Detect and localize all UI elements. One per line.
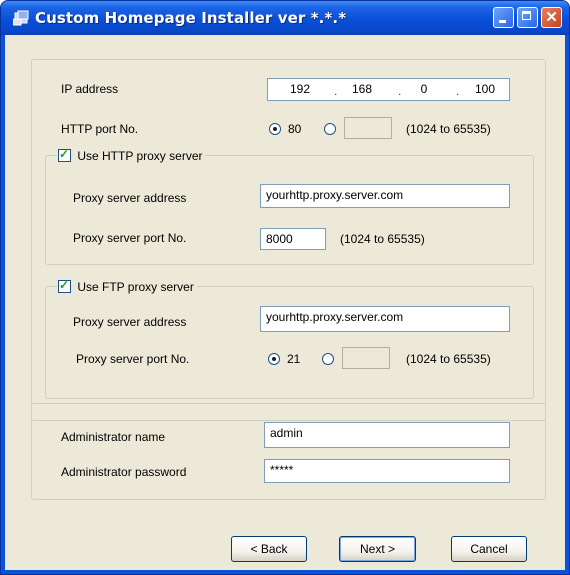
maximize-button[interactable] bbox=[517, 7, 538, 28]
installer-window: Custom Homepage Installer ver *.*.* ✕ IP… bbox=[0, 0, 570, 575]
http-port-80-label: 80 bbox=[288, 122, 302, 136]
radio-selected-dot bbox=[272, 357, 276, 361]
dialog-body: IP address 192 . 168 . 0 . 100 HTTP port… bbox=[5, 35, 565, 570]
use-http-proxy-label[interactable]: Use HTTP proxy server bbox=[77, 149, 202, 163]
http-proxy-port-range-label: (1024 to 65535) bbox=[340, 232, 425, 246]
ftp-port-21-radio[interactable] bbox=[268, 353, 280, 365]
ip-address-field[interactable]: 192 . 168 . 0 . 100 bbox=[267, 78, 510, 101]
ftp-port-custom-field[interactable] bbox=[342, 347, 390, 369]
ftp-port-21-label: 21 bbox=[287, 352, 301, 366]
http-proxy-port-label: Proxy server port No. bbox=[73, 231, 187, 245]
use-http-proxy-checkbox[interactable]: ✓ bbox=[58, 147, 71, 163]
http-port-80-radio[interactable] bbox=[269, 123, 281, 135]
use-ftp-proxy-checkbox[interactable]: ✓ bbox=[58, 278, 71, 294]
ip-separator: . bbox=[334, 84, 338, 98]
ftp-port-range-label: (1024 to 65535) bbox=[406, 352, 491, 366]
ip-octet-4[interactable]: 100 bbox=[465, 82, 505, 96]
ftp-proxy-address-label: Proxy server address bbox=[73, 315, 187, 329]
minimize-button[interactable] bbox=[493, 7, 514, 28]
http-proxy-address-label: Proxy server address bbox=[73, 191, 187, 205]
ftp-proxy-port-label: Proxy server port No. bbox=[76, 352, 190, 366]
ip-octet-2[interactable]: 168 bbox=[342, 82, 382, 96]
http-proxy-address-field[interactable]: yourhttp.proxy.server.com bbox=[260, 184, 510, 208]
close-icon: ✕ bbox=[545, 9, 558, 26]
use-ftp-proxy-label[interactable]: Use FTP proxy server bbox=[77, 280, 193, 294]
http-proxy-legend: ✓ Use HTTP proxy server bbox=[57, 147, 206, 164]
back-button[interactable]: < Back bbox=[231, 536, 307, 562]
ip-separator: . bbox=[456, 84, 460, 98]
checkmark-icon: ✓ bbox=[59, 278, 70, 293]
admin-name-field[interactable]: admin bbox=[264, 422, 510, 448]
cancel-button[interactable]: Cancel bbox=[451, 536, 527, 562]
admin-password-field[interactable]: ***** bbox=[264, 459, 510, 483]
installer-app-icon bbox=[13, 10, 29, 26]
http-proxy-port-field[interactable]: 8000 bbox=[260, 228, 326, 250]
ftp-proxy-legend: ✓ Use FTP proxy server bbox=[57, 278, 197, 295]
checkmark-icon: ✓ bbox=[59, 147, 70, 162]
administrator-group bbox=[31, 403, 546, 500]
next-button[interactable]: Next > bbox=[339, 536, 416, 562]
ip-address-label: IP address bbox=[61, 82, 119, 96]
title-bar[interactable]: Custom Homepage Installer ver *.*.* ✕ bbox=[1, 1, 569, 35]
minimize-icon bbox=[499, 20, 506, 23]
admin-name-label: Administrator name bbox=[61, 430, 166, 444]
ip-octet-1[interactable]: 192 bbox=[280, 82, 320, 96]
maximize-icon bbox=[522, 11, 531, 20]
window-title: Custom Homepage Installer ver *.*.* bbox=[35, 9, 347, 27]
ip-octet-3[interactable]: 0 bbox=[404, 82, 444, 96]
http-port-range-label: (1024 to 65535) bbox=[406, 122, 491, 136]
ftp-proxy-group bbox=[45, 286, 534, 399]
http-port-custom-field[interactable] bbox=[344, 117, 392, 139]
ftp-proxy-address-field[interactable]: yourhttp.proxy.server.com bbox=[260, 306, 510, 332]
admin-password-label: Administrator password bbox=[61, 465, 187, 479]
ftp-port-custom-radio[interactable] bbox=[322, 353, 334, 365]
http-port-custom-radio[interactable] bbox=[324, 123, 336, 135]
radio-selected-dot bbox=[273, 127, 277, 131]
ip-separator: . bbox=[398, 84, 402, 98]
close-button[interactable]: ✕ bbox=[541, 7, 562, 28]
http-port-label: HTTP port No. bbox=[61, 122, 139, 136]
